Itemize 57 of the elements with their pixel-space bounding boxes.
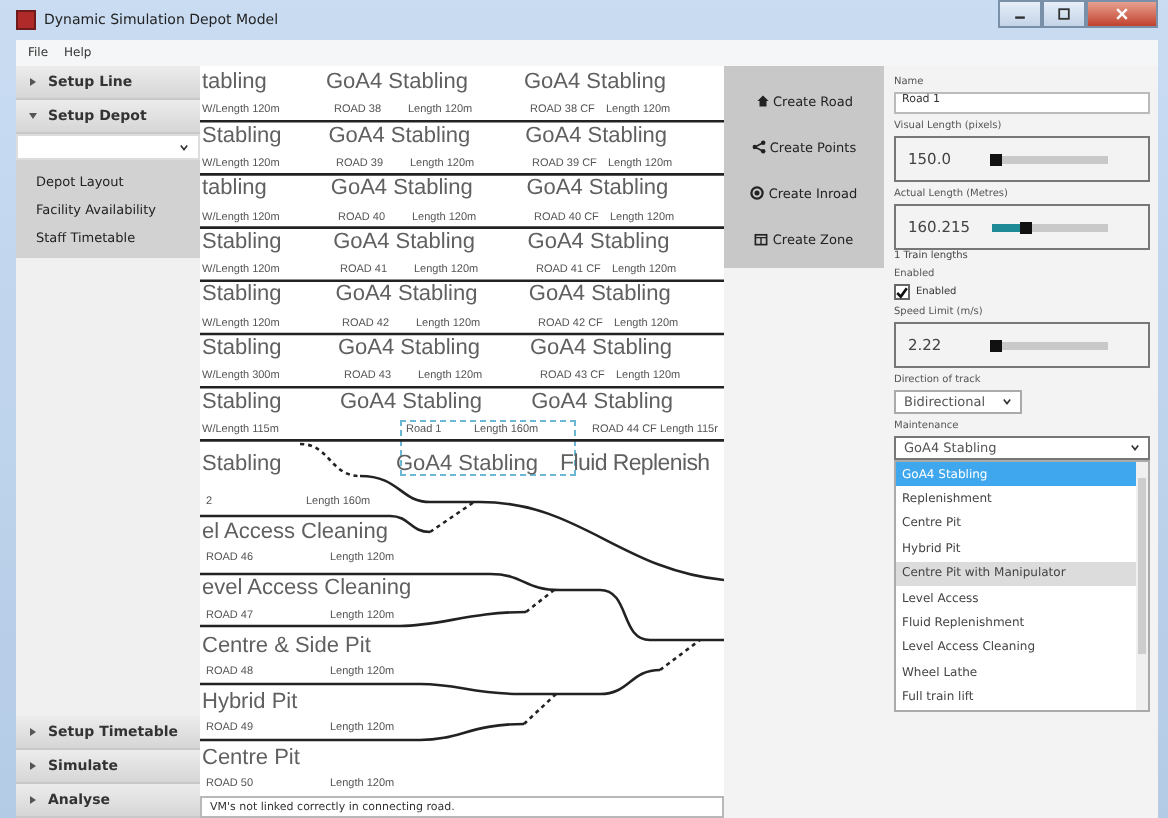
facility-label: GoA4 Stabling — [340, 391, 482, 414]
checkmark-icon — [896, 285, 908, 299]
facility-label: GoA4 Stabling — [531, 391, 674, 414]
facility-label: GoA4 Stabling — [528, 284, 671, 307]
facility-label: GoA4 Stabling — [335, 284, 478, 307]
facility-label: Stabling — [202, 284, 282, 307]
facility-label: Stabling — [202, 391, 282, 414]
facility-label: GoA4 Stabling — [330, 178, 473, 201]
scrollbar-thumb[interactable] — [1138, 478, 1146, 654]
facility-label: Stabling — [202, 454, 282, 476]
facility-label: GoA4 Stabling — [396, 454, 538, 476]
chevron-down-icon — [1002, 398, 1012, 406]
facility-label: GoA4 Stabling — [527, 231, 670, 254]
app-icon — [16, 10, 36, 30]
calendar-icon — [754, 232, 769, 246]
facility-label: GoA4 Stabling — [328, 125, 471, 148]
close-icon — [1116, 8, 1128, 20]
scrollbar[interactable] — [1136, 462, 1148, 710]
expand-arrow-icon — [30, 728, 36, 736]
expand-arrow-icon — [30, 762, 36, 770]
slider-thumb[interactable] — [990, 339, 1003, 351]
facility-label: tabling — [202, 178, 267, 201]
facility-label: tabling — [202, 72, 267, 94]
facility-label: GoA4 Stabling — [525, 125, 668, 148]
facility-label: Hybrid Pit — [202, 691, 298, 714]
slider-thumb[interactable] — [1020, 221, 1033, 233]
chevron-down-icon — [1130, 444, 1140, 452]
facility-label: Stabling — [202, 338, 282, 360]
facility-label: Fluid Replenish — [560, 454, 710, 477]
slider-track[interactable] — [992, 155, 1108, 163]
chevron-down-icon — [178, 143, 190, 151]
facility-label: Centre & Side Pit — [202, 635, 371, 658]
facility-label: GoA4 Stabling — [326, 72, 468, 94]
slider-thumb[interactable] — [990, 153, 1003, 165]
target-icon — [750, 186, 765, 200]
close-button[interactable] — [1086, 0, 1158, 28]
expand-arrow-icon — [29, 113, 37, 119]
expand-arrow-icon — [30, 796, 36, 804]
slider-track[interactable] — [992, 341, 1108, 349]
facility-label: GoA4 Stabling — [524, 72, 666, 94]
share-icon — [751, 140, 766, 154]
facility-label: Stabling — [202, 231, 282, 254]
facility-label: evel Access Cleaning — [202, 578, 412, 601]
maximize-icon — [1058, 8, 1070, 20]
enabled-checkbox[interactable] — [894, 284, 910, 300]
facility-label: GoA4 Stabling — [333, 231, 476, 254]
house-icon — [755, 94, 769, 108]
facility-label: GoA4 Stabling — [530, 338, 672, 360]
expand-arrow-icon — [30, 78, 36, 86]
facility-label: el Access Cleaning — [202, 522, 388, 544]
facility-label: Centre Pit — [202, 748, 300, 771]
maximize-button[interactable] — [1042, 0, 1086, 28]
facility-label: Stabling — [202, 125, 282, 148]
slider-track[interactable] — [992, 223, 1108, 231]
facility-label: GoA4 Stabling — [338, 338, 480, 360]
minimize-button[interactable] — [998, 0, 1042, 28]
facility-label: GoA4 Stabling — [526, 178, 669, 201]
